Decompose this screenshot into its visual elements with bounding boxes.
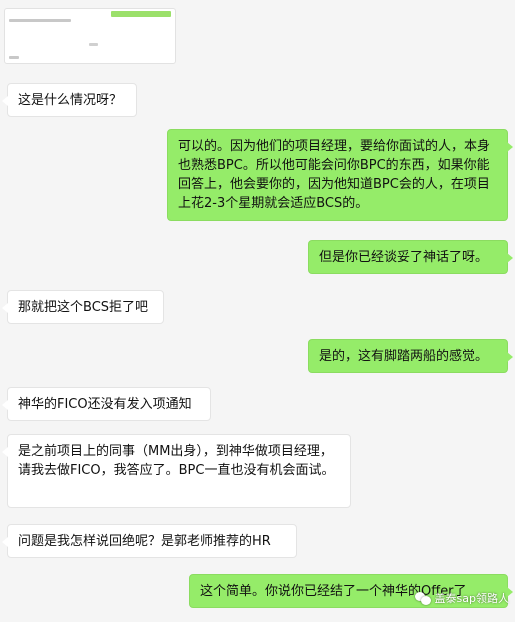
message-text: 那就把这个BCS拒了吧: [18, 300, 149, 315]
message-text: 但是你已经谈妥了神话了呀。: [319, 250, 489, 265]
chat-message-right[interactable]: 可以的。因为他们的项目经理，要给你面试的人，本身也熟悉BPC。所以他可能会问你B…: [167, 129, 513, 221]
thumbnail-text-line: [9, 56, 19, 59]
watermark-text: 盖泰sap领路人: [434, 592, 509, 605]
chat-message-right[interactable]: 是的，这有脚踏两船的感觉。: [308, 339, 513, 373]
watermark: 盖泰sap领路人: [414, 590, 509, 606]
wechat-logo-icon: [414, 591, 431, 605]
chat-message-right[interactable]: 但是你已经谈妥了神话了呀。: [308, 240, 513, 274]
chat-message-left[interactable]: 这是什么情况呀？: [2, 83, 137, 117]
message-text: 这是什么情况呀？: [18, 93, 123, 108]
image-thumbnail[interactable]: [4, 8, 176, 64]
message-text: 神华的FICO还没有发入项通知: [18, 397, 192, 412]
thumbnail-highlight: [111, 11, 171, 17]
message-text: 可以的。因为他们的项目经理，要给你面试的人，本身也熟悉BPC。所以他可能会问你B…: [178, 139, 491, 211]
message-text: 是之前项目上的同事（MM出身），到神华做项目经理，请我去做FICO，我答应了。B…: [18, 444, 335, 478]
chat-message-left[interactable]: 神华的FICO还没有发入项通知: [2, 387, 211, 421]
message-text: 是的，这有脚踏两船的感觉。: [319, 349, 489, 364]
chat-message-left[interactable]: 是之前项目上的同事（MM出身），到神华做项目经理，请我去做FICO，我答应了。B…: [2, 434, 351, 508]
chat-message-left[interactable]: 那就把这个BCS拒了吧: [2, 290, 164, 324]
chat-message-left[interactable]: 问题是我怎样说回绝呢？是郭老师推荐的HR: [2, 524, 297, 558]
message-text: 问题是我怎样说回绝呢？是郭老师推荐的HR: [18, 534, 271, 549]
thumbnail-text-line: [9, 19, 71, 22]
thumbnail-text-line: [89, 43, 98, 46]
